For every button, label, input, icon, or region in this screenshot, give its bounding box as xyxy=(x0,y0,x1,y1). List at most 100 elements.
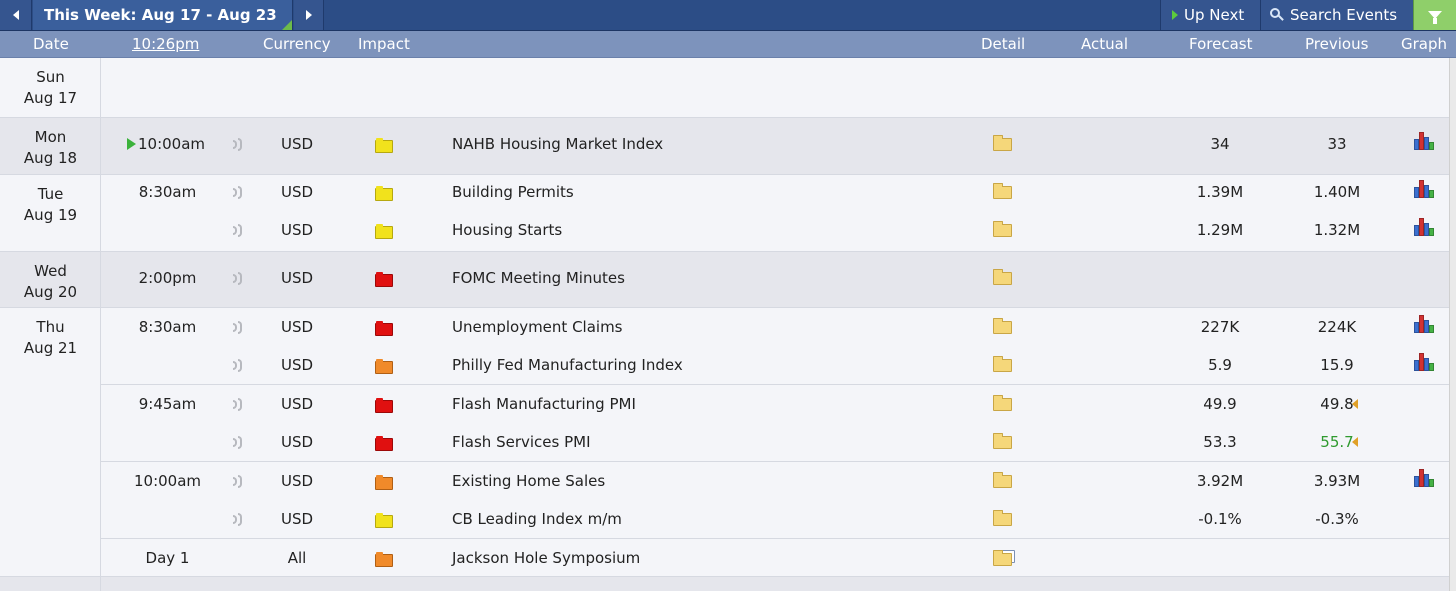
folder-icon[interactable] xyxy=(993,269,1012,285)
impact-red-icon[interactable] xyxy=(375,398,393,413)
divider xyxy=(101,461,1456,462)
event-currency: USD xyxy=(280,356,314,374)
event-forecast: 1.29M xyxy=(1196,221,1244,239)
event-currency: USD xyxy=(280,183,314,201)
up-next-label: Up Next xyxy=(1184,6,1245,24)
event-previous: -0.3% xyxy=(1315,510,1359,528)
event-name[interactable]: CB Leading Index m/m xyxy=(452,509,952,529)
header-date: Date xyxy=(33,35,69,53)
event-time: 8:30am xyxy=(138,183,197,201)
bar-chart-icon[interactable] xyxy=(1414,469,1436,487)
header-current-time[interactable]: 10:26pm xyxy=(132,31,199,58)
sound-wave-icon[interactable] xyxy=(233,182,247,202)
event-name[interactable]: Unemployment Claims xyxy=(452,317,952,337)
event-forecast: 53.3 xyxy=(1203,433,1237,451)
folder-icon[interactable] xyxy=(993,472,1012,488)
up-next-button[interactable]: Up Next xyxy=(1160,0,1260,30)
header-impact: Impact xyxy=(358,35,410,53)
event-forecast: 3.92M xyxy=(1196,472,1244,490)
impact-orange-icon[interactable] xyxy=(375,552,393,567)
week-navigation-bar: This Week: Aug 17 - Aug 23 Up Next Searc… xyxy=(0,0,1456,31)
event-name[interactable]: NAHB Housing Market Index xyxy=(452,134,952,154)
event-forecast: -0.1% xyxy=(1198,510,1242,528)
event-previous: 1.32M xyxy=(1313,221,1361,239)
event-forecast: 5.9 xyxy=(1208,356,1232,374)
event-name[interactable]: Jackson Hole Symposium xyxy=(452,548,952,568)
revised-marker-icon[interactable] xyxy=(1352,399,1358,409)
impact-red-icon[interactable] xyxy=(375,272,393,287)
impact-yellow-icon[interactable] xyxy=(375,513,393,528)
date-cell: Thu Aug 21 xyxy=(0,308,101,576)
vertical-scrollbar[interactable] xyxy=(1449,58,1456,591)
previous-week-button[interactable] xyxy=(0,0,32,30)
event-name[interactable]: Building Permits xyxy=(452,182,952,202)
event-name[interactable]: Existing Home Sales xyxy=(452,471,952,491)
search-events-button[interactable]: Search Events xyxy=(1260,0,1413,30)
day-group-wed: Wed Aug 20 2:00pm USD FOMC Meeting Minute… xyxy=(0,252,1456,308)
event-name[interactable]: Flash Services PMI xyxy=(452,432,952,452)
bar-chart-icon[interactable] xyxy=(1414,218,1436,236)
event-name[interactable]: Housing Starts xyxy=(452,220,952,240)
date-cell: Sun Aug 17 xyxy=(0,58,101,117)
play-icon xyxy=(1172,10,1178,20)
date-cell: Wed Aug 20 xyxy=(0,252,101,307)
folder-icon[interactable] xyxy=(993,135,1012,151)
revised-marker-icon[interactable] xyxy=(1352,437,1358,447)
folder-icon[interactable] xyxy=(993,318,1012,334)
event-previous: 33 xyxy=(1327,135,1347,153)
date-label: Sun Aug 17 xyxy=(23,68,78,107)
sound-wave-icon[interactable] xyxy=(233,394,247,414)
event-previous: 55.7 xyxy=(1320,433,1354,451)
event-name[interactable]: FOMC Meeting Minutes xyxy=(452,268,952,288)
folder-icon[interactable] xyxy=(993,395,1012,411)
event-previous: 224K xyxy=(1317,318,1357,336)
sound-wave-icon[interactable] xyxy=(233,509,247,529)
next-week-button[interactable] xyxy=(294,0,324,30)
folder-docs-icon[interactable] xyxy=(993,550,1012,566)
bar-chart-icon[interactable] xyxy=(1414,132,1436,150)
sound-wave-icon[interactable] xyxy=(233,471,247,491)
event-previous: 1.40M xyxy=(1313,183,1361,201)
event-time: Day 1 xyxy=(145,549,190,567)
impact-red-icon[interactable] xyxy=(375,321,393,336)
folder-icon[interactable] xyxy=(993,221,1012,237)
bar-chart-icon[interactable] xyxy=(1414,180,1436,198)
event-name[interactable]: Philly Fed Manufacturing Index xyxy=(452,355,952,375)
event-time: 2:00pm xyxy=(138,269,197,287)
sound-wave-icon[interactable] xyxy=(233,355,247,375)
event-previous: 49.8 xyxy=(1320,395,1354,413)
impact-red-icon[interactable] xyxy=(375,436,393,451)
day-group-thu: Thu Aug 21 8:30am USD Unemployment Claims… xyxy=(0,308,1456,577)
sound-wave-icon[interactable] xyxy=(233,220,247,240)
header-actual: Actual xyxy=(1081,35,1128,53)
date-label: Tue Aug 19 xyxy=(23,185,78,224)
impact-orange-icon[interactable] xyxy=(375,359,393,374)
bar-chart-icon[interactable] xyxy=(1414,315,1436,333)
day-group-mon: Mon Aug 18 10:00am USD NAHB Housing Marke… xyxy=(0,118,1456,175)
event-time: 10:00am xyxy=(133,472,202,490)
header-currency: Currency xyxy=(263,35,331,53)
week-title[interactable]: This Week: Aug 17 - Aug 23 xyxy=(33,0,293,30)
sound-wave-icon[interactable] xyxy=(233,317,247,337)
impact-orange-icon[interactable] xyxy=(375,475,393,490)
impact-yellow-icon[interactable] xyxy=(375,186,393,201)
event-currency: USD xyxy=(280,510,314,528)
bar-chart-icon[interactable] xyxy=(1414,353,1436,371)
calendar-table: Sun Aug 17 Mon Aug 18 10:00am USD NAHB Hou… xyxy=(0,58,1456,591)
folder-icon[interactable] xyxy=(993,356,1012,372)
divider xyxy=(101,384,1456,385)
folder-icon[interactable] xyxy=(993,183,1012,199)
filter-button[interactable] xyxy=(1413,0,1456,30)
sound-wave-icon[interactable] xyxy=(233,268,247,288)
sound-wave-icon[interactable] xyxy=(233,432,247,452)
week-title-label: This Week: Aug 17 - Aug 23 xyxy=(44,6,277,24)
impact-yellow-icon[interactable] xyxy=(375,138,393,153)
chevron-left-icon xyxy=(12,10,19,20)
event-name[interactable]: Flash Manufacturing PMI xyxy=(452,394,952,414)
impact-yellow-icon[interactable] xyxy=(375,224,393,239)
folder-icon[interactable] xyxy=(993,433,1012,449)
event-previous: 15.9 xyxy=(1320,356,1354,374)
folder-icon[interactable] xyxy=(993,510,1012,526)
sound-wave-icon[interactable] xyxy=(233,134,247,154)
date-label: Wed Aug 20 xyxy=(23,262,78,301)
